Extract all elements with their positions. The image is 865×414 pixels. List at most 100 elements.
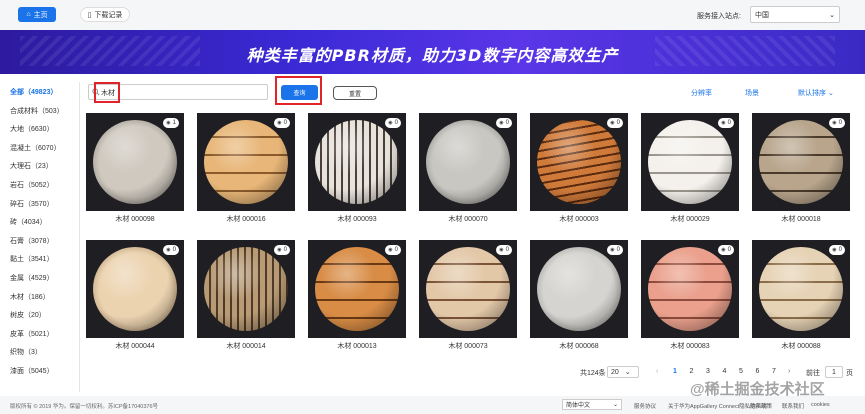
- download-records-label: 下载记录: [94, 11, 123, 19]
- footer-link[interactable]: 联系我们: [782, 402, 804, 410]
- view-count-badge: ◉ 0: [274, 245, 290, 255]
- footer-link[interactable]: cookies: [811, 402, 830, 408]
- material-card[interactable]: ◉ 0 木材 000093: [308, 113, 406, 229]
- view-count: 0: [505, 120, 509, 126]
- material-thumbnail[interactable]: ◉ 0: [308, 240, 406, 338]
- material-sphere: [759, 120, 843, 204]
- view-count: 0: [838, 120, 842, 126]
- sidebar-category[interactable]: 砖（4034）: [10, 217, 47, 227]
- material-card[interactable]: ◉ 0 木材 000068: [530, 240, 628, 356]
- sidebar-category[interactable]: 岩石（5052）: [10, 180, 54, 190]
- page-size-select[interactable]: 20 ⌄: [607, 366, 639, 378]
- site-select-value: 中国: [755, 11, 769, 19]
- material-card[interactable]: ◉ 0 木材 000003: [530, 113, 628, 229]
- material-card[interactable]: ◉ 0 木材 000073: [419, 240, 517, 356]
- chevron-down-icon: ⌄: [827, 90, 834, 97]
- eye-icon: ◉: [499, 120, 504, 126]
- sidebar-category[interactable]: 漆面（5045）: [10, 366, 54, 376]
- material-name: 木材 000083: [670, 343, 710, 350]
- reset-button[interactable]: 重置: [333, 86, 377, 100]
- material-name: 木材 000014: [226, 343, 266, 350]
- download-records-button[interactable]: ▯ 下载记录: [80, 7, 130, 22]
- page-number[interactable]: 5: [739, 368, 743, 375]
- sidebar-category[interactable]: 木材（186）: [10, 292, 50, 302]
- material-thumbnail[interactable]: ◉ 1: [86, 113, 184, 211]
- sort-dropdown[interactable]: 默认排序 ⌄: [798, 88, 834, 98]
- sidebar-category[interactable]: 石膏（3078）: [10, 236, 54, 246]
- home-button[interactable]: ⌂ 主页: [18, 7, 56, 22]
- footer-link[interactable]: 服务协议: [634, 402, 656, 410]
- category-sidebar: 全部（49823） 合成材料（503） 大地（6630） 混凝土（6070） 大理石（2…: [0, 82, 80, 392]
- material-thumbnail[interactable]: ◉ 0: [530, 113, 628, 211]
- view-count: 0: [394, 247, 398, 253]
- page-number[interactable]: 4: [723, 368, 727, 375]
- material-name: 木材 000073: [448, 343, 488, 350]
- view-count: 0: [283, 247, 287, 253]
- goto-label: 前往: [806, 370, 820, 377]
- copyright-text: 版权所有 © 2019 华为。保留一切权利。苏ICP备17040376号: [10, 404, 159, 410]
- view-count-badge: ◉ 0: [718, 245, 734, 255]
- sidebar-category[interactable]: 混凝土（6070）: [10, 143, 61, 153]
- material-card[interactable]: ◉ 0 木材 000018: [752, 113, 850, 229]
- material-card[interactable]: ◉ 0 木材 000044: [86, 240, 184, 356]
- material-thumbnail[interactable]: ◉ 0: [641, 113, 739, 211]
- query-highlight: [275, 76, 322, 105]
- view-count-badge: ◉ 0: [274, 118, 290, 128]
- sidebar-category[interactable]: 全部（49823）: [10, 87, 57, 97]
- sidebar-category[interactable]: 金属（4529）: [10, 273, 54, 283]
- material-thumbnail[interactable]: ◉ 0: [308, 113, 406, 211]
- material-card[interactable]: ◉ 0 木材 000029: [641, 113, 739, 229]
- eye-icon: ◉: [277, 247, 282, 253]
- material-thumbnail[interactable]: ◉ 0: [752, 240, 850, 338]
- material-card[interactable]: ◉ 0 木材 000088: [752, 240, 850, 356]
- sidebar-category[interactable]: 织物（3）: [10, 347, 42, 357]
- view-count-badge: ◉ 0: [829, 118, 845, 128]
- material-card[interactable]: ◉ 0 木材 000083: [641, 240, 739, 356]
- material-thumbnail[interactable]: ◉ 0: [197, 240, 295, 338]
- material-thumbnail[interactable]: ◉ 0: [419, 113, 517, 211]
- sidebar-category[interactable]: 黏土（3541）: [10, 254, 54, 264]
- page-number[interactable]: 6: [756, 368, 760, 375]
- sidebar-category[interactable]: 合成材料（503）: [10, 106, 64, 116]
- sidebar-category[interactable]: 碎石（3570）: [10, 199, 54, 209]
- search-highlight: [94, 82, 120, 103]
- prev-page-icon[interactable]: ‹: [656, 368, 658, 375]
- resolution-filter[interactable]: 分辨率: [691, 88, 712, 98]
- material-name: 木材 000018: [781, 216, 821, 223]
- total-count: 共124条: [580, 370, 606, 377]
- view-count: 1: [172, 120, 176, 126]
- page-number[interactable]: 2: [690, 368, 694, 375]
- material-card[interactable]: ◉ 0 木材 000016: [197, 113, 295, 229]
- footer-link[interactable]: 隐私政策: [750, 402, 772, 410]
- material-card[interactable]: ◉ 1 木材 000098: [86, 113, 184, 229]
- top-bar: ⌂ 主页 ▯ 下载记录 服务接入站点: 中国 ⌄: [0, 0, 865, 30]
- page-number[interactable]: 1: [673, 368, 677, 375]
- sidebar-category[interactable]: 皮革（5021）: [10, 329, 54, 339]
- material-thumbnail[interactable]: ◉ 0: [86, 240, 184, 338]
- material-thumbnail[interactable]: ◉ 0: [641, 240, 739, 338]
- material-thumbnail[interactable]: ◉ 0: [530, 240, 628, 338]
- material-thumbnail[interactable]: ◉ 0: [197, 113, 295, 211]
- sidebar-category[interactable]: 树皮（20）: [10, 310, 46, 320]
- material-sphere: [315, 120, 399, 204]
- material-card[interactable]: ◉ 0 木材 000013: [308, 240, 406, 356]
- language-select[interactable]: 简体中文 ⌄: [562, 399, 622, 410]
- material-thumbnail[interactable]: ◉ 0: [419, 240, 517, 338]
- page-size-value: 20: [611, 368, 619, 376]
- material-thumbnail[interactable]: ◉ 0: [752, 113, 850, 211]
- page-number[interactable]: 7: [772, 368, 776, 375]
- next-page-icon[interactable]: ›: [788, 368, 790, 375]
- site-select[interactable]: 中国 ⌄: [750, 6, 840, 23]
- view-count: 0: [505, 247, 509, 253]
- material-card[interactable]: ◉ 0 木材 000070: [419, 113, 517, 229]
- page-number[interactable]: 3: [706, 368, 710, 375]
- material-name: 木材 000093: [337, 216, 377, 223]
- material-card[interactable]: ◉ 0 木材 000014: [197, 240, 295, 356]
- site-label: 服务接入站点:: [697, 13, 741, 20]
- goto-page-input[interactable]: 1: [825, 366, 843, 378]
- sidebar-category[interactable]: 大地（6630）: [10, 124, 54, 134]
- eye-icon: ◉: [721, 247, 726, 253]
- sidebar-category[interactable]: 大理石（23）: [10, 161, 53, 171]
- view-count: 0: [283, 120, 287, 126]
- scene-filter[interactable]: 场景: [745, 88, 759, 98]
